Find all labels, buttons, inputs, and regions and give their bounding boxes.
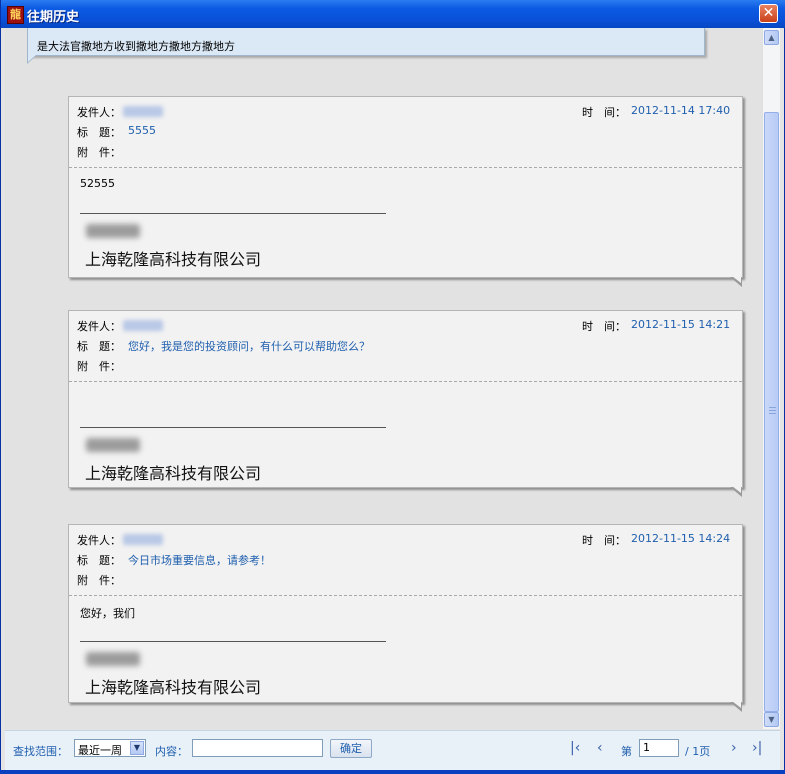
first-page-icon[interactable]: |‹ <box>570 740 580 756</box>
content-label: 内容： <box>155 745 188 758</box>
time-label: 时 间： <box>582 320 626 333</box>
content-search-input[interactable] <box>192 739 323 757</box>
header-divider <box>69 167 742 168</box>
message-time: 2012-11-15 14:24 <box>631 532 731 545</box>
sender-name-redacted <box>123 106 163 117</box>
sender-name-redacted <box>123 320 163 331</box>
message-card: 发件人： 时 间： 2012-11-15 14:21 标 题： 您好，我是您的投… <box>68 310 743 488</box>
close-button[interactable]: ✕ <box>759 4 778 23</box>
header-divider <box>69 381 742 382</box>
attachment-label: 附 件： <box>77 146 121 159</box>
range-select[interactable]: 最近一周 ▼ <box>74 739 146 757</box>
company-name: 上海乾隆高科技有限公司 <box>85 678 262 697</box>
signature-divider <box>80 213 386 214</box>
previous-message-text: 是大法官撒地方收到撒地方撒地方撒地方 <box>37 40 235 53</box>
signature-divider <box>80 427 386 428</box>
signature-name-redacted <box>86 224 140 238</box>
sender-name-redacted <box>123 534 163 545</box>
sender-label: 发件人： <box>77 534 121 547</box>
prev-page-icon[interactable]: ‹ <box>597 740 603 756</box>
signature-name-redacted <box>86 438 140 452</box>
subject-label: 标 题： <box>77 126 121 139</box>
message-time: 2012-11-15 14:21 <box>631 318 731 331</box>
window-title: 往期历史 <box>27 10 80 25</box>
next-page-icon[interactable]: › <box>731 740 737 756</box>
sender-label: 发件人： <box>77 320 121 333</box>
message-subject: 您好，我是您的投资顾问，有什么可以帮助您么？ <box>128 340 370 353</box>
attachment-label: 附 件： <box>77 574 121 587</box>
app-logo-icon: 龍 <box>7 6 24 24</box>
company-name: 上海乾隆高科技有限公司 <box>85 464 262 483</box>
time-label: 时 间： <box>582 534 626 547</box>
chevron-down-icon[interactable]: ▼ <box>130 741 144 755</box>
message-body: 52555 <box>80 177 115 190</box>
subject-label: 标 题： <box>77 340 121 353</box>
message-subject: 今日市场重要信息，请参考！ <box>128 554 271 567</box>
title-bar[interactable]: 龍 往期历史 ✕ <box>1 0 785 28</box>
page-number-input[interactable]: 1 <box>639 739 679 757</box>
header-divider <box>69 595 742 596</box>
bubble-tail-inner <box>732 486 741 493</box>
attachment-label: 附 件： <box>77 360 121 373</box>
message-subject: 5555 <box>128 124 156 137</box>
signature-divider <box>80 641 386 642</box>
page-prefix: 第 <box>621 745 632 758</box>
window-bottom-border <box>0 770 785 774</box>
signature-name-redacted <box>86 652 140 666</box>
vertical-scrollbar[interactable]: ▲ ▼ <box>762 28 780 729</box>
sender-label: 发件人： <box>77 106 121 119</box>
message-card: 发件人： 时 间： 2012-11-14 17:40 标 题： 5555 附 件… <box>68 96 743 278</box>
range-select-value: 最近一周 <box>78 744 122 757</box>
page-total: / 1页 <box>685 745 711 758</box>
history-window: 龍 往期历史 ✕ 是大法官撒地方收到撒地方撒地方撒地方 发件人： 时 间： 20… <box>0 0 785 774</box>
bubble-tail-inner <box>732 701 741 708</box>
message-card: 发件人： 时 间： 2012-11-15 14:24 标 题： 今日市场重要信息… <box>68 524 743 703</box>
scrollbar-thumb[interactable] <box>764 112 779 712</box>
grip-line <box>769 410 776 411</box>
previous-message-bubble: 是大法官撒地方收到撒地方撒地方撒地方 <box>27 28 705 56</box>
last-page-icon[interactable]: ›| <box>752 740 762 756</box>
subject-label: 标 题： <box>77 554 121 567</box>
time-label: 时 间： <box>582 106 626 119</box>
search-toolbar: 查找范围： 最近一周 ▼ 内容： 确定 |‹ ‹ 第 1 / 1页 › ›| <box>5 730 780 770</box>
range-label: 查找范围： <box>13 745 68 758</box>
scroll-down-icon[interactable]: ▼ <box>764 712 779 727</box>
grip-line <box>769 413 776 414</box>
scroll-up-icon[interactable]: ▲ <box>764 30 779 45</box>
grip-line <box>769 407 776 408</box>
company-name: 上海乾隆高科技有限公司 <box>85 250 262 269</box>
message-body: 您好，我们 <box>80 607 135 620</box>
message-time: 2012-11-14 17:40 <box>631 104 731 117</box>
message-history-panel[interactable]: 是大法官撒地方收到撒地方撒地方撒地方 发件人： 时 间： 2012-11-14 … <box>5 28 762 729</box>
bubble-tail-inner <box>732 276 741 283</box>
confirm-button[interactable]: 确定 <box>330 739 372 758</box>
bubble-tail-inner <box>28 55 36 62</box>
